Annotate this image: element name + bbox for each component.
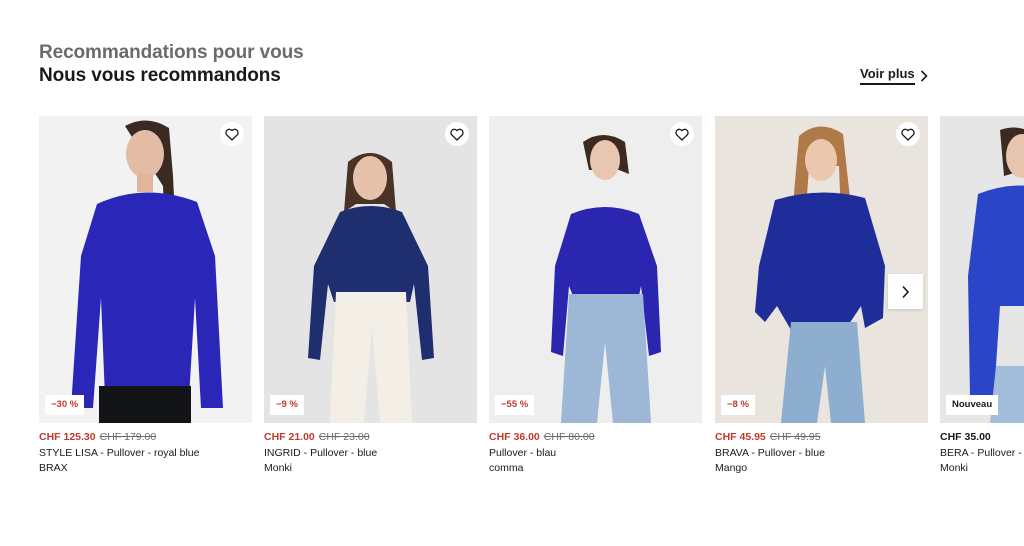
- product-photo: [715, 116, 928, 423]
- wishlist-button[interactable]: [220, 122, 244, 146]
- product-image[interactable]: −30 %: [39, 116, 252, 423]
- heart-icon: [901, 128, 915, 141]
- product-photo: [39, 116, 252, 423]
- sale-price: CHF 21.00: [264, 431, 315, 443]
- original-price: CHF 80.00: [543, 431, 595, 443]
- product-brand: BRAX: [39, 462, 68, 474]
- product-image[interactable]: −8 %: [715, 116, 928, 423]
- product-name[interactable]: BRAVA - Pullover - blue: [715, 446, 928, 461]
- product-card[interactable]: Nouveau CHF 35.00 BERA - Pullover - blue…: [940, 116, 1024, 476]
- chevron-right-icon: [902, 285, 910, 298]
- discount-badge: −30 %: [45, 395, 85, 415]
- product-card[interactable]: −55 % CHF 36.00 CHF 80.00 Pullover - blau…: [489, 116, 702, 476]
- product-photo: [264, 116, 477, 423]
- product-photo: [940, 116, 1024, 423]
- price-row: CHF 45.95 CHF 49.95: [715, 431, 928, 444]
- carousel-next-button[interactable]: [888, 274, 923, 309]
- price: CHF 35.00: [940, 431, 991, 443]
- chevron-right-icon: [920, 69, 928, 82]
- section-title: Nous vous recommandons: [39, 65, 281, 86]
- product-name[interactable]: STYLE LISA - Pullover - royal blue: [39, 446, 252, 461]
- price-row: CHF 21.00 CHF 23.00: [264, 431, 477, 444]
- discount-badge: −9 %: [270, 395, 304, 415]
- original-price: CHF 23.00: [318, 431, 370, 443]
- price-row: CHF 35.00: [940, 431, 1024, 444]
- product-image[interactable]: −55 %: [489, 116, 702, 423]
- wishlist-button[interactable]: [670, 122, 694, 146]
- sale-price: CHF 125.30: [39, 431, 96, 443]
- section-header: Recommandations pour vous Nous vous reco…: [39, 42, 304, 88]
- section-subtitle: Recommandations pour vous: [39, 42, 304, 63]
- product-name[interactable]: Pullover - blau: [489, 446, 702, 461]
- product-image[interactable]: Nouveau: [940, 116, 1024, 423]
- heart-icon: [450, 128, 464, 141]
- product-brand: Monki: [940, 462, 969, 474]
- new-badge: Nouveau: [946, 395, 999, 415]
- original-price: CHF 179.00: [99, 431, 157, 443]
- price-row: CHF 36.00 CHF 80.00: [489, 431, 702, 444]
- product-brand: Monki: [264, 462, 293, 474]
- sale-price: CHF 36.00: [489, 431, 540, 443]
- sale-price: CHF 45.95: [715, 431, 766, 443]
- discount-badge: −8 %: [721, 395, 755, 415]
- product-card[interactable]: −9 % CHF 21.00 CHF 23.00 INGRID - Pullove…: [264, 116, 477, 476]
- heart-icon: [225, 128, 239, 141]
- original-price: CHF 49.95: [769, 431, 821, 443]
- product-image[interactable]: −9 %: [264, 116, 477, 423]
- product-photo: [489, 116, 702, 423]
- discount-badge: −55 %: [495, 395, 535, 415]
- product-brand: comma: [489, 462, 524, 474]
- wishlist-button[interactable]: [445, 122, 469, 146]
- product-card[interactable]: −30 % CHF 125.30 CHF 179.00 STYLE LISA - …: [39, 116, 252, 476]
- product-carousel: −30 % CHF 125.30 CHF 179.00 STYLE LISA - …: [39, 116, 1024, 496]
- product-brand: Mango: [715, 462, 748, 474]
- see-more-link[interactable]: Voir plus: [860, 66, 928, 85]
- product-name[interactable]: INGRID - Pullover - blue: [264, 446, 477, 461]
- heart-icon: [675, 128, 689, 141]
- wishlist-button[interactable]: [896, 122, 920, 146]
- see-more-label: Voir plus: [860, 66, 915, 85]
- product-name[interactable]: BERA - Pullover - blue: [940, 446, 1024, 461]
- price-row: CHF 125.30 CHF 179.00: [39, 431, 252, 444]
